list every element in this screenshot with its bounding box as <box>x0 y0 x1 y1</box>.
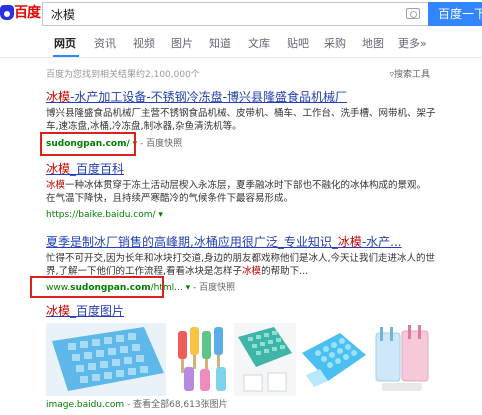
header: 百度 百度一下 <box>0 0 482 28</box>
search-box[interactable] <box>42 2 428 26</box>
active-tab-indicator <box>53 55 79 57</box>
tab-more[interactable]: 更多» <box>398 36 427 52</box>
highlight-box-1 <box>40 132 136 156</box>
search-button[interactable]: 百度一下 <box>428 2 482 26</box>
tab-tieba[interactable]: 贴吧 <box>287 36 309 52</box>
thumbnail-popsicle-molds[interactable] <box>174 323 232 396</box>
result-2-desc-line2: 在气温下降快，且持续严寒酷冷的气候条件下最容易形成。 <box>46 193 294 204</box>
result-4-url[interactable]: image.baidu.com <box>46 400 124 410</box>
result-3-desc-line1: 忙得不可开交,因为长年和冰块打交道,身边的朋友都戏称他们是冰人,今天让我们走进冰… <box>46 253 436 264</box>
result-4-url-row: image.baidu.com - 查看全部68,613张图片 <box>46 399 228 411</box>
tab-news[interactable]: 资讯 <box>94 36 116 52</box>
result-1-snapshot[interactable]: - 百度快照 <box>140 139 182 149</box>
thumbnail-ice-tray-2[interactable] <box>234 323 296 396</box>
tab-purchase[interactable]: 采购 <box>324 36 346 52</box>
search-tools[interactable]: ▿搜索工具 <box>389 67 430 80</box>
result-3-snapshot[interactable]: - 百度快照 <box>193 283 235 293</box>
nav-tabs: 网页 资讯 视频 图片 知道 文库 贴吧 采购 地图 更多» <box>0 32 482 58</box>
tab-video[interactable]: 视频 <box>133 36 155 52</box>
result-2-url[interactable]: https://baike.baidu.com/ <box>46 210 156 220</box>
result-count: 百度为您找到相关结果约2,100,000个 <box>46 70 200 80</box>
thumbnail-popsicle-mold-set[interactable] <box>372 323 432 396</box>
tab-zhidao[interactable]: 知道 <box>209 36 231 52</box>
result-1-desc-line1: 博兴县隆盛食品机械厂主营不锈钢食品机械、皮带机、桶车、工作台、洗手槽、网带机、架… <box>46 108 436 119</box>
thumbnail-ice-tray-1[interactable] <box>46 323 166 396</box>
result-3-title[interactable]: 夏季是制冰厂销售的高峰期,冰桶应用很广泛_专业知识_冰模-水产... <box>46 235 402 250</box>
tab-wenku[interactable]: 文库 <box>248 36 270 52</box>
tab-map[interactable]: 地图 <box>362 36 384 52</box>
result-2-desc-line1: 冰模一种冰体贯穿于冻土活动层楔入永冻层，夏季融冰时下部也不融化的冰体构成的景观。 <box>46 180 427 191</box>
dropdown-arrow-icon[interactable]: ▾ <box>186 283 191 293</box>
result-2-url-row: https://baike.baidu.com/ ▾ <box>46 209 163 221</box>
dropdown-arrow-icon[interactable]: ▾ <box>158 210 163 220</box>
result-2-title[interactable]: 冰模_百度百科 <box>46 162 124 177</box>
thumbnail-ice-tray-3[interactable] <box>300 323 368 396</box>
search-input[interactable] <box>51 6 391 23</box>
camera-icon[interactable] <box>406 8 420 19</box>
tab-web[interactable]: 网页 <box>54 36 76 52</box>
more-images-link[interactable]: - 查看全部68,613张图片 <box>127 400 228 410</box>
paw-icon <box>0 5 14 20</box>
tab-images[interactable]: 图片 <box>171 36 193 52</box>
highlight-box-2 <box>30 276 164 298</box>
baidu-logo[interactable]: 百度 <box>0 4 41 22</box>
result-1-title[interactable]: 冰模-水产加工设备-不锈钢冷冻盘-博兴县隆盛食品机械厂 <box>46 90 347 105</box>
result-4-title[interactable]: 冰模_百度图片 <box>46 304 124 319</box>
